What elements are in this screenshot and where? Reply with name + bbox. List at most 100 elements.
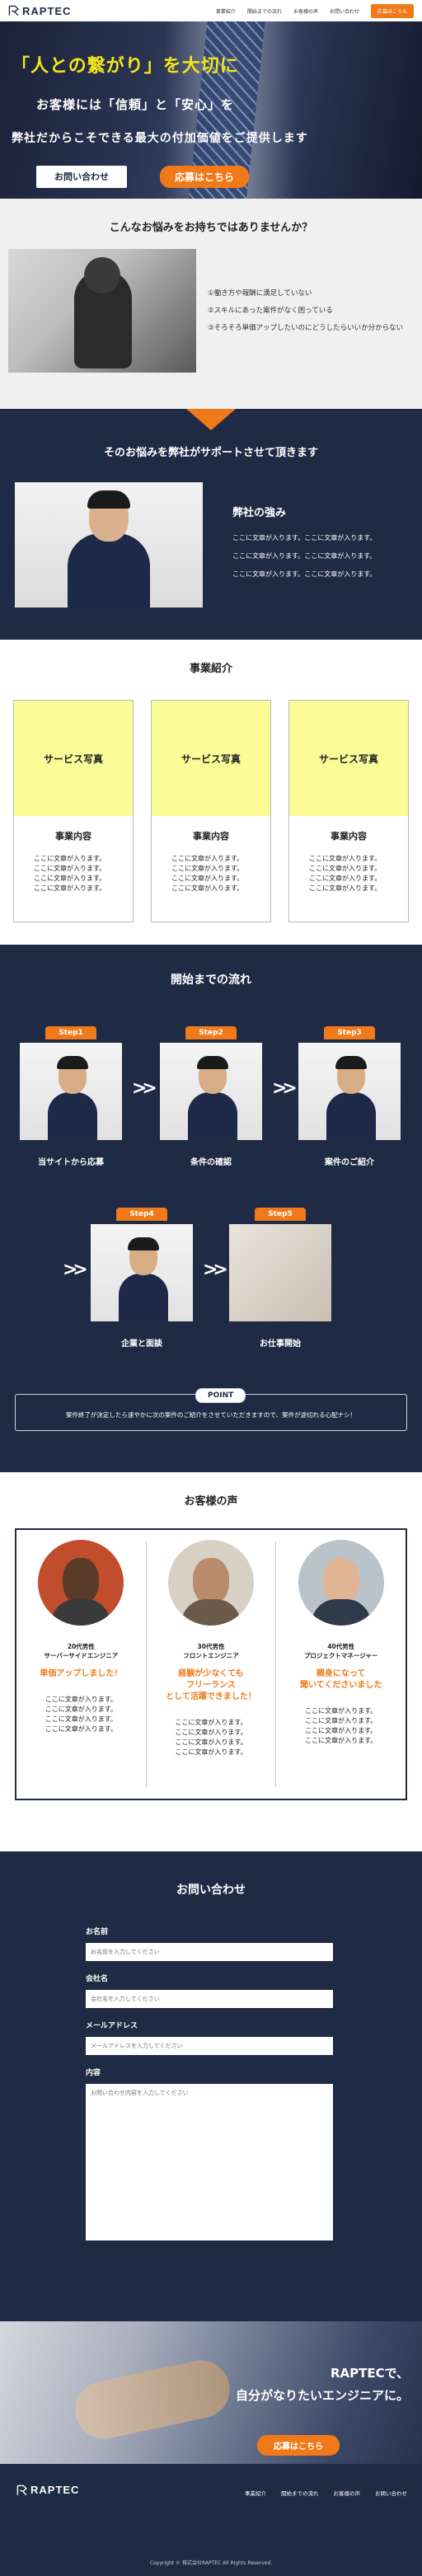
testimonial-text: ここに文章が入ります。 bbox=[45, 1706, 117, 1713]
footer-nav-business[interactable]: 事業紹介 bbox=[245, 2489, 266, 2497]
company-input[interactable] bbox=[86, 1990, 333, 2008]
logo-text: RAPTEC bbox=[22, 4, 72, 17]
testimonial-job: プロジェクトマネージャー bbox=[303, 1652, 378, 1659]
testimonials-box: 20代男性 サーバーサイドエンジニア 単価アップしました！ ここに文章が入ります… bbox=[15, 1528, 407, 1800]
logo-mark-icon bbox=[16, 2485, 27, 2495]
email-input[interactable] bbox=[86, 2037, 333, 2055]
flow-section: 開始までの流れ Step1 当サイトから応募 >> Step2 条件の確認 >>… bbox=[0, 945, 422, 1472]
service-card: サービス写真 事業内容 ここに文章が入ります。 ここに文章が入ります。 ここに文… bbox=[13, 700, 134, 922]
footer-nav-voice[interactable]: お客様の声 bbox=[334, 2489, 361, 2497]
nav-voice[interactable]: お客様の声 bbox=[293, 7, 318, 15]
strength-text: ここに文章が入ります。ここに文章が入ります。 bbox=[232, 552, 377, 560]
down-arrow-icon bbox=[186, 409, 236, 430]
testimonial-headline: 親身になって bbox=[316, 1669, 366, 1678]
service-card-text: ここに文章が入ります。 bbox=[309, 875, 382, 882]
hero-title: 「人との繋がり」を大切に bbox=[12, 56, 239, 77]
operator-photo bbox=[15, 482, 203, 608]
service-card-title: 事業内容 bbox=[193, 831, 229, 842]
step-2: Step2 条件の確認 bbox=[160, 1022, 262, 1167]
testimonial-headline: 経験が少なくても bbox=[178, 1669, 244, 1678]
flow-title: 開始までの流れ bbox=[171, 974, 251, 987]
service-card-text: ここに文章が入ります。 bbox=[171, 884, 244, 892]
voice-title: お客様の声 bbox=[184, 1495, 238, 1508]
chevron-right-icon: >> bbox=[272, 1078, 298, 1099]
testimonial: 20代男性 サーバーサイドエンジニア 単価アップしました！ ここに文章が入ります… bbox=[16, 1530, 146, 1799]
testimonial: 40代男性 プロジェクトマネージャー 親身になって 聞いてくださいました ここに… bbox=[275, 1540, 406, 1787]
testimonial-job: サーバーサイドエンジニア bbox=[44, 1652, 119, 1659]
hero-contact-button[interactable]: お問い合わせ bbox=[36, 166, 127, 188]
nav-contact[interactable]: お問い合わせ bbox=[330, 7, 359, 15]
worry-item: ①働き方や報酬に満足していない bbox=[208, 289, 312, 298]
footer-nav-contact[interactable]: お問い合わせ bbox=[375, 2489, 407, 2497]
nav-flow[interactable]: 開始までの流れ bbox=[247, 7, 282, 15]
nav-apply-button[interactable]: 応募はこちら bbox=[370, 3, 414, 18]
testimonial-text: ここに文章が入ります。 bbox=[305, 1717, 377, 1724]
step-badge: Step3 bbox=[324, 1026, 375, 1039]
logo[interactable]: RAPTEC bbox=[8, 5, 71, 17]
service-card-text: ここに文章が入ります。 bbox=[309, 865, 382, 872]
footer-logo-text: RAPTEC bbox=[30, 2484, 80, 2496]
service-card-text: ここに文章が入ります。 bbox=[34, 855, 106, 862]
hero-subtitle: お客様には「信頼」と「安心」を bbox=[36, 97, 235, 112]
footer-logo[interactable]: RAPTEC bbox=[16, 2484, 79, 2496]
contact-section: お問い合わせ お名前 会社名 メールアドレス 内容 bbox=[0, 1851, 422, 2321]
contact-title: お問い合わせ bbox=[176, 1884, 246, 1897]
testimonial-headline: として活躍できました！ bbox=[166, 1692, 256, 1701]
chevron-right-icon: >> bbox=[132, 1078, 157, 1099]
step-photo bbox=[20, 1043, 122, 1140]
step-label: 当サイトから応募 bbox=[38, 1158, 104, 1167]
chevron-right-icon: >> bbox=[203, 1260, 228, 1280]
testimonial-text: ここに文章が入ります。 bbox=[175, 1748, 247, 1756]
strength-text: ここに文章が入ります。ここに文章が入ります。 bbox=[232, 570, 377, 578]
testimonial-text: ここに文章が入ります。 bbox=[45, 1725, 117, 1733]
testimonial-headline: フリーランス bbox=[186, 1681, 236, 1690]
avatar bbox=[298, 1540, 384, 1626]
service-card-text: ここに文章が入ります。 bbox=[171, 875, 244, 882]
worries-title: こんなお悩みをお持ちではありませんか？ bbox=[109, 222, 313, 234]
step-5: Step5 お仕事開始 bbox=[229, 1204, 331, 1349]
testimonial-text: ここに文章が入ります。 bbox=[305, 1727, 377, 1734]
cta-apply-button[interactable]: 応募はこちら bbox=[257, 2435, 340, 2456]
service-card-text: ここに文章が入ります。 bbox=[34, 875, 106, 882]
service-card: サービス写真 事業内容 ここに文章が入ります。 ここに文章が入ります。 ここに文… bbox=[288, 700, 409, 922]
email-label: メールアドレス bbox=[86, 2022, 138, 2030]
copyright: Copyright © 株式会社RAPTEC All Rights Reserv… bbox=[149, 2560, 273, 2566]
voice-section: お客様の声 20代男性 サーバーサイドエンジニア 単価アップしました！ ここに文… bbox=[0, 1472, 422, 1851]
cta-line1: RAPTECで、 bbox=[330, 2366, 409, 2381]
service-photo-placeholder: サービス写真 bbox=[289, 701, 408, 816]
testimonial-text: ここに文章が入ります。 bbox=[175, 1729, 247, 1736]
testimonial-text: ここに文章が入ります。 bbox=[305, 1707, 377, 1715]
landing-page: RAPTEC 事業紹介 開始までの流れ お客様の声 お問い合わせ 応募はこちら … bbox=[0, 0, 422, 2576]
avatar bbox=[168, 1540, 254, 1626]
testimonial-text: ここに文章が入ります。 bbox=[45, 1715, 117, 1723]
testimonial-job: フロントエンジニア bbox=[183, 1652, 239, 1659]
step-badge: Step1 bbox=[45, 1026, 96, 1039]
step-4: Step4 企業と面談 bbox=[91, 1204, 193, 1349]
step-badge: Step5 bbox=[255, 1208, 306, 1221]
global-nav: 事業紹介 開始までの流れ お客様の声 お問い合わせ 応募はこちら bbox=[216, 3, 414, 18]
nav-business[interactable]: 事業紹介 bbox=[216, 7, 236, 15]
testimonial-age: 40代男性 bbox=[327, 1643, 355, 1650]
support-section: そのお悩みを弊社がサポートさせて頂きます 弊社の強み ここに文章が入ります。ここ… bbox=[0, 409, 422, 640]
step-badge: Step2 bbox=[185, 1026, 237, 1039]
step-label: 案件のご紹介 bbox=[325, 1158, 374, 1167]
hero-section: 「人との繋がり」を大切に お客様には「信頼」と「安心」を 弊社だからこそできる最… bbox=[0, 21, 422, 199]
site-header: RAPTEC 事業紹介 開始までの流れ お客様の声 お問い合わせ 応募はこちら bbox=[0, 0, 422, 21]
name-input[interactable] bbox=[86, 1943, 333, 1961]
point-badge: POINT bbox=[195, 1388, 246, 1403]
step-photo bbox=[298, 1043, 401, 1140]
cta-section: RAPTECで、 自分がなりたいエンジニアに。 応募はこちら bbox=[0, 2321, 422, 2464]
service-card-text: ここに文章が入ります。 bbox=[309, 855, 382, 862]
avatar bbox=[38, 1540, 124, 1626]
step-3: Step3 案件のご紹介 bbox=[298, 1022, 401, 1167]
testimonial-text: ここに文章が入ります。 bbox=[305, 1737, 377, 1744]
testimonial-headline: 単価アップしました！ bbox=[40, 1669, 123, 1678]
service-card-title: 事業内容 bbox=[55, 831, 91, 842]
message-textarea[interactable] bbox=[86, 2084, 333, 2241]
footer-nav-flow[interactable]: 開始までの流れ bbox=[281, 2489, 319, 2497]
worries-list: ①働き方や報酬に満足していない ②スキルにあった案件がなく困っている ③そろそろ… bbox=[208, 285, 403, 337]
hero-apply-button[interactable]: 応募はこちら bbox=[160, 166, 250, 188]
worry-item: ②スキルにあった案件がなく困っている bbox=[208, 306, 333, 315]
worried-man-photo bbox=[8, 249, 196, 373]
testimonial-text: ここに文章が入ります。 bbox=[45, 1696, 117, 1703]
